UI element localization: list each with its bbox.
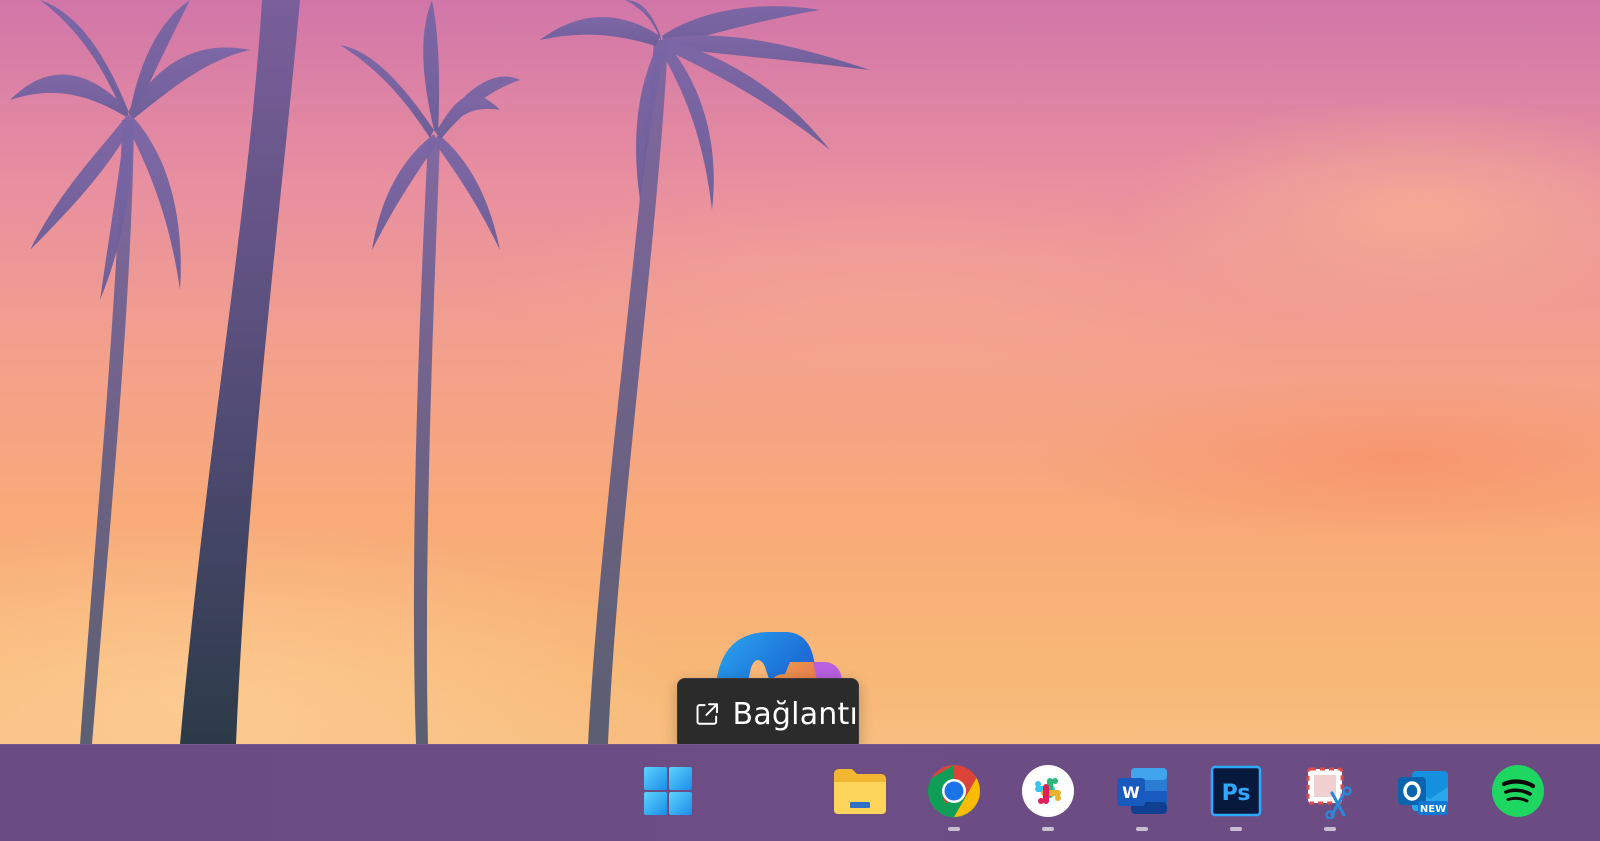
running-indicator (1042, 827, 1054, 831)
drag-tooltip: Bağlantı (677, 678, 859, 750)
file-explorer-button[interactable] (830, 761, 890, 821)
tooltip-label: Bağlantı (732, 696, 858, 732)
running-indicator (1136, 827, 1148, 831)
photoshop-icon: Ps (1210, 765, 1262, 817)
snipping-tool-icon (1306, 767, 1352, 819)
word-icon: W (1117, 768, 1167, 814)
running-indicator (948, 827, 960, 831)
word-button[interactable]: W (1112, 761, 1172, 831)
running-indicator (1324, 827, 1336, 831)
spotify-button[interactable] (1488, 761, 1548, 821)
outlook-icon: NEW (1398, 771, 1448, 815)
slack-icon (1022, 765, 1074, 817)
running-indicator (1230, 827, 1242, 831)
taskbar: W Ps NEW (0, 744, 1600, 841)
svg-text:NEW: NEW (1420, 804, 1446, 815)
snipping-tool-button[interactable] (1300, 761, 1360, 831)
folder-icon (834, 769, 886, 814)
slack-button[interactable] (1018, 761, 1078, 831)
outlook-button[interactable]: NEW (1394, 761, 1454, 821)
spotify-icon (1492, 765, 1544, 817)
partial-app-button[interactable] (1576, 761, 1600, 821)
windows-logo-icon (644, 767, 692, 815)
start-button[interactable] (638, 761, 698, 821)
photoshop-button[interactable]: Ps (1206, 761, 1266, 831)
svg-text:Ps: Ps (1222, 781, 1251, 806)
chrome-icon (928, 765, 980, 818)
chrome-button[interactable] (924, 761, 984, 831)
svg-text:W: W (1122, 783, 1140, 802)
desktop-wallpaper: Bağlantı (0, 0, 1600, 840)
external-link-icon (696, 703, 718, 725)
